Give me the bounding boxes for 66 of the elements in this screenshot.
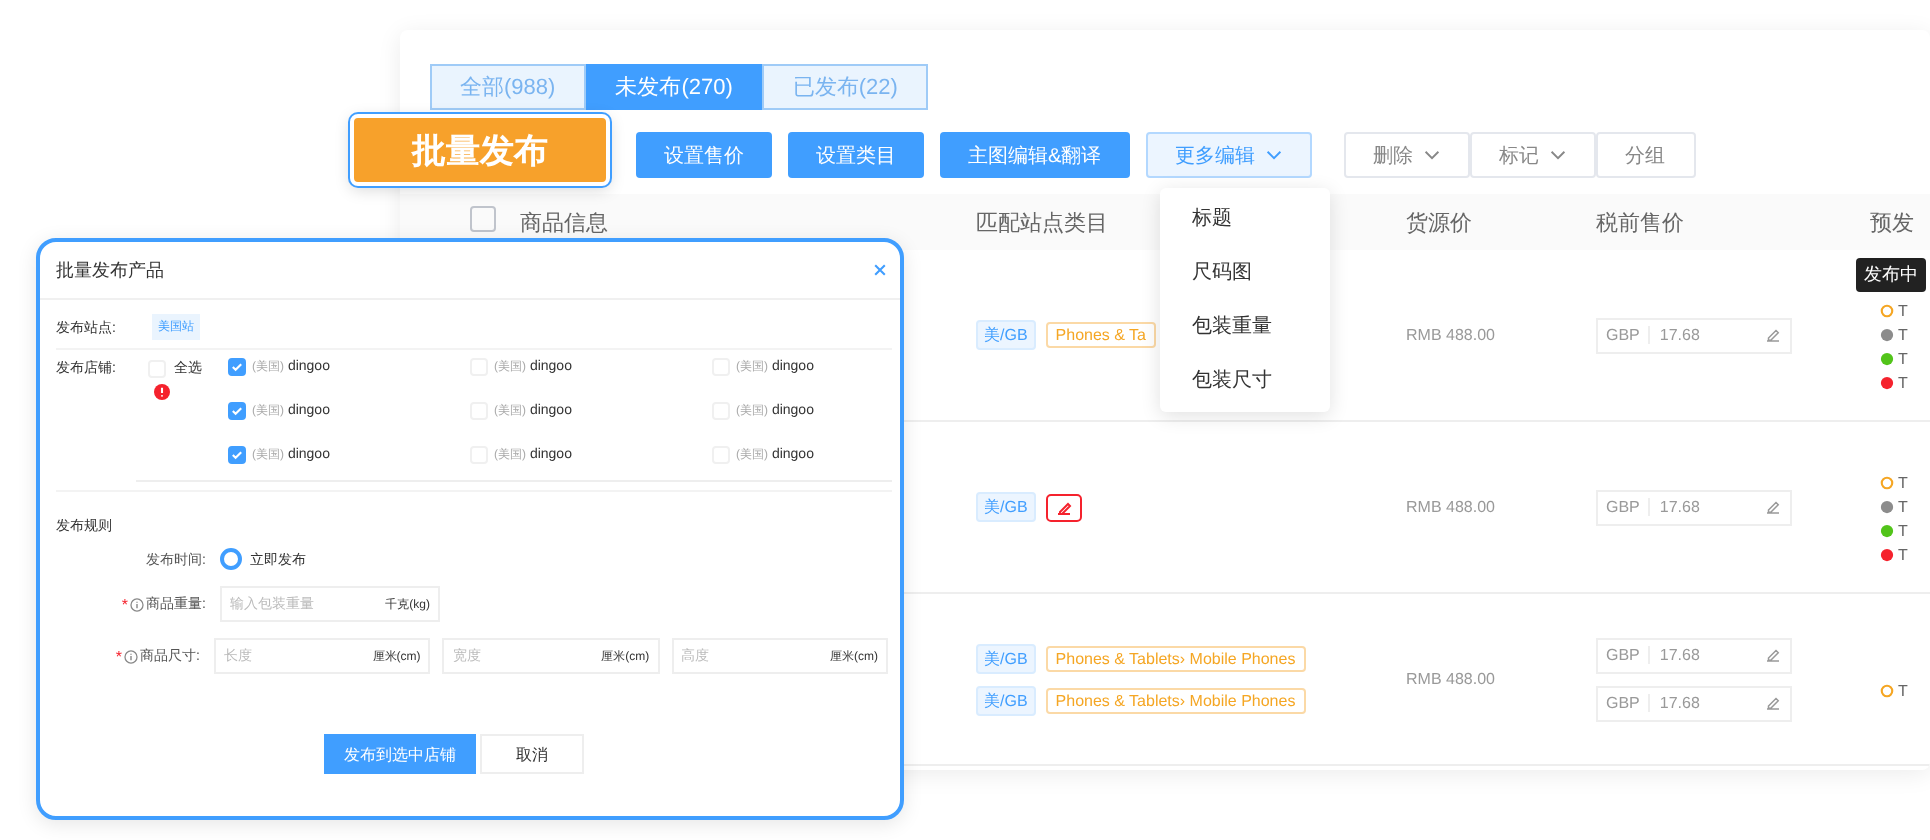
column-header: 税前售价 xyxy=(1596,209,1684,237)
status-text: T xyxy=(1898,498,1908,516)
status-text: T xyxy=(1898,302,1908,320)
site-tag: 美/GB xyxy=(976,643,1036,673)
status-text: T xyxy=(1898,326,1908,344)
source-price: RMB 488.00 xyxy=(1406,326,1497,344)
menu-item[interactable]: 包装重量 xyxy=(1192,312,1330,340)
toolbar-button[interactable]: 主图编辑&翻译 xyxy=(940,132,1130,178)
status-text: T xyxy=(1898,522,1908,540)
toolbar-button[interactable]: 设置售价 xyxy=(636,132,772,178)
menu-item[interactable]: 包装尺寸 xyxy=(1192,366,1330,394)
category-tag: Phones & Tablets› Mobile Phones xyxy=(1045,687,1306,713)
toolbar-button[interactable]: 删除 xyxy=(1343,132,1470,178)
checkbox[interactable] xyxy=(228,358,246,376)
column-header: 商品信息 xyxy=(520,209,608,237)
status-text: T xyxy=(1898,682,1908,700)
status-text: T xyxy=(1898,374,1908,392)
status-tab[interactable]: 未发布(270) xyxy=(585,64,763,110)
edit-icon[interactable] xyxy=(1764,326,1782,344)
price-field[interactable]: GBP 17.68 xyxy=(1596,685,1792,721)
column-header: 货源价 xyxy=(1406,209,1472,237)
toolbar-button[interactable]: 更多编辑 xyxy=(1145,132,1312,178)
source-price: RMB 488.00 xyxy=(1406,498,1497,516)
toolbar-button[interactable]: 分组 xyxy=(1595,132,1696,178)
dialog-title: 批量发布产品 xyxy=(56,257,164,283)
dialog-button[interactable]: 发布到选中店铺 xyxy=(324,734,476,774)
radio-button[interactable] xyxy=(220,548,242,570)
batch-publish-button[interactable]: 批量发布 xyxy=(350,114,610,186)
status-tab[interactable]: 已发布(22) xyxy=(762,64,928,110)
error-icon xyxy=(154,384,170,400)
edit-icon[interactable] xyxy=(1045,493,1082,521)
status-text: T xyxy=(1898,474,1908,492)
caret-icon xyxy=(1549,150,1566,160)
caret-icon xyxy=(1265,150,1282,160)
status-tab[interactable]: 全部(988) xyxy=(430,64,586,110)
required-mark: * xyxy=(121,595,129,613)
source-price: RMB 488.00 xyxy=(1406,670,1497,688)
column-header: 匹配站点类目 xyxy=(976,209,1108,237)
column-header: 预发 xyxy=(1870,209,1914,237)
site-tag: 美/GB xyxy=(976,492,1036,522)
toolbar-button[interactable]: 标记 xyxy=(1469,132,1596,178)
price-field[interactable]: GBP 17.68 xyxy=(1596,317,1792,353)
site-tag: 美/GB xyxy=(976,320,1036,350)
checkbox[interactable] xyxy=(228,446,246,464)
status-text: T xyxy=(1898,546,1908,564)
category-tag: Phones & Tablets› Mobile Phones xyxy=(1045,645,1306,671)
menu-item[interactable]: 标题 xyxy=(1192,204,1330,232)
menu-item[interactable]: 尺码图 xyxy=(1192,258,1330,286)
status-text: T xyxy=(1898,350,1908,368)
edit-icon[interactable] xyxy=(1764,498,1782,516)
dialog-button[interactable]: 取消 xyxy=(480,734,584,774)
edit-icon[interactable] xyxy=(1764,694,1782,712)
info-icon xyxy=(123,649,138,663)
category-tag: Phones & Ta xyxy=(1045,322,1156,348)
caret-icon xyxy=(1423,150,1440,160)
site-tag: 美/GB xyxy=(976,685,1036,715)
edit-icon[interactable] xyxy=(1764,646,1782,664)
toolbar-button[interactable]: 设置类目 xyxy=(788,132,924,178)
info-icon xyxy=(130,597,145,611)
price-field[interactable]: GBP 17.68 xyxy=(1596,637,1792,673)
close-icon[interactable] xyxy=(872,262,888,278)
checkbox[interactable] xyxy=(228,402,246,420)
tooltip: 发布中 xyxy=(1856,258,1926,292)
price-field[interactable]: GBP 17.68 xyxy=(1596,489,1792,525)
required-mark: * xyxy=(115,647,122,665)
checkbox[interactable] xyxy=(470,206,496,232)
